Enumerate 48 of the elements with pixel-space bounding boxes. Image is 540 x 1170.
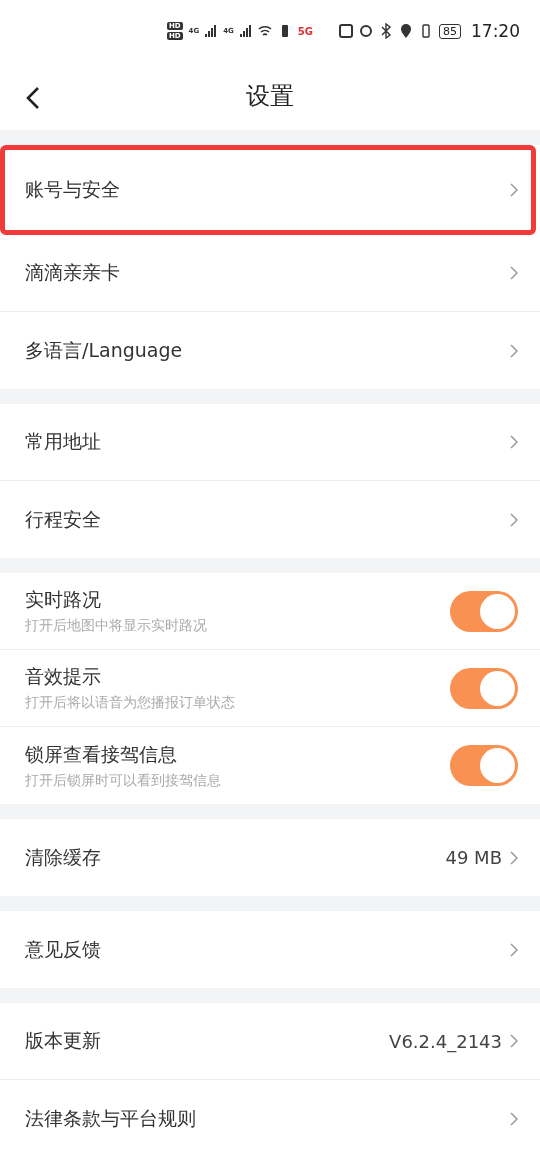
chevron-icon: [510, 1111, 518, 1126]
settings-row[interactable]: 行程安全: [0, 481, 540, 558]
battery-level: 85: [439, 23, 461, 39]
chevron-icon: [510, 183, 518, 197]
network-label: 5G: [297, 25, 313, 37]
row-label: 行程安全: [25, 506, 102, 532]
toggle-switch[interactable]: [450, 667, 518, 709]
toggle-switch[interactable]: [450, 590, 518, 632]
chevron-icon: [510, 512, 518, 527]
settings-row[interactable]: 滴滴亲亲卡: [0, 235, 540, 312]
settings-row[interactable]: 清除缓存 49 MB: [0, 819, 540, 896]
chevron-icon: [510, 942, 518, 957]
row-hint: 打开后地图中将显示实时路况: [25, 617, 208, 635]
toggle-switch[interactable]: [450, 745, 518, 786]
row-label: 常用地址: [25, 429, 102, 454]
settings-row[interactable]: 常用地址: [0, 404, 540, 481]
clock-time: 17:20: [471, 21, 520, 41]
row-label: 账号与安全: [25, 177, 121, 202]
chevron-icon: [510, 435, 518, 449]
row-value: 49 MB: [445, 847, 502, 868]
row-label: 清除缓存: [25, 844, 102, 870]
row-label: 实时路况: [25, 587, 102, 612]
chevron-icon: [510, 850, 518, 865]
row-label: 音效提示: [25, 664, 102, 689]
row-label: 版本更新: [25, 1028, 102, 1053]
chevron-icon: [510, 266, 518, 280]
row-hint: 打开后锁屏时可以看到接驾信息: [25, 771, 222, 790]
settings-row[interactable]: 意见反馈: [0, 911, 540, 988]
row-label: 锁屏查看接驾信息: [25, 741, 178, 767]
settings-row[interactable]: 账号与安全: [0, 145, 536, 235]
row-label: 滴滴亲亲卡: [25, 260, 121, 285]
settings-row[interactable]: 法律条款与平台规则: [0, 1080, 540, 1157]
chevron-icon: [510, 343, 518, 358]
row-label: 多语言/Language: [25, 337, 184, 363]
settings-row[interactable]: 多语言/Language: [0, 312, 540, 389]
row-label: 法律条款与平台规则: [25, 1105, 197, 1131]
wifi-icon: [257, 23, 272, 39]
row-value: V6.2.4_2143: [389, 1030, 502, 1052]
row-hint: 打开后将以语音为您播报订单状态: [25, 694, 236, 712]
back-icon: [26, 86, 40, 110]
page-title: 设置: [246, 81, 294, 112]
chevron-icon: [510, 1034, 518, 1048]
row-label: 意见反馈: [25, 936, 102, 962]
bluetooth-icon: [379, 23, 393, 39]
signal-icon: [239, 25, 252, 37]
signal-icon: [205, 25, 218, 37]
location-icon: [399, 23, 413, 39]
settings-row[interactable]: 版本更新 V6.2.4_2143: [0, 1003, 540, 1080]
